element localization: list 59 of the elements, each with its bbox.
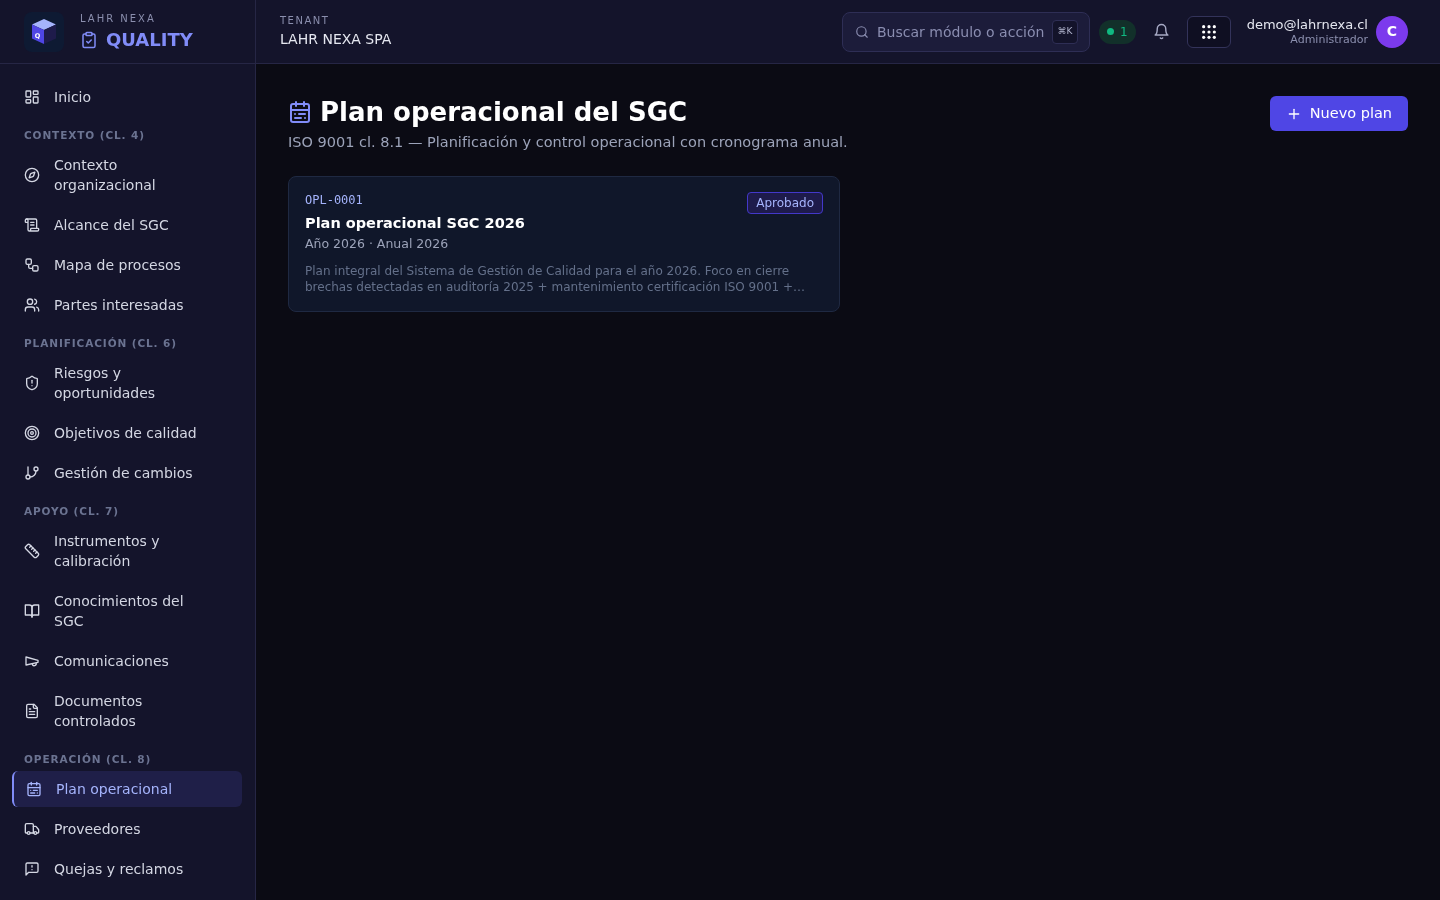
user-avatar[interactable]: C xyxy=(1376,15,1408,48)
plan-meta: Año 2026 · Anual 2026 xyxy=(305,235,450,253)
chat-alert-icon xyxy=(24,861,40,877)
plan-description: Plan integral del Sistema de Gestión de Calidad para el año 2026. Foco en cierre brechas detectadas en auditoría 2025 + mantenimiento certificación ISO 9001 +… xyxy=(305,263,807,295)
user-email: demo@lahrnexa.cl xyxy=(1246,16,1368,33)
brand-overline: LAHR NEXA xyxy=(80,12,157,25)
calendar-icon xyxy=(26,781,42,797)
scroll-icon xyxy=(24,217,40,233)
branch-icon xyxy=(24,465,40,481)
bell-icon xyxy=(1152,23,1170,40)
compass-icon xyxy=(24,167,40,183)
section-heading: PLANIFICACIÓN (CL. 6) xyxy=(23,336,178,351)
search-icon xyxy=(855,24,869,39)
sidebar-item[interactable]: Quejas y reclamos xyxy=(12,851,242,887)
sidebar-item[interactable]: Mapa de procesos xyxy=(12,247,242,283)
plan-card[interactable] xyxy=(288,176,840,312)
sidebar-item[interactable]: Proveedores xyxy=(12,811,242,847)
dashboard-grid-icon xyxy=(24,89,40,105)
tenant-name: LAHR NEXA SPA xyxy=(280,30,392,48)
status-badge: Aprobado xyxy=(747,192,823,214)
product-name: QUALITY xyxy=(106,28,193,51)
sidebar-item[interactable]: Inicio xyxy=(12,79,242,115)
target-icon xyxy=(24,425,40,441)
megaphone-icon xyxy=(24,653,40,669)
flowchart-icon xyxy=(24,257,40,273)
sidebar-item[interactable]: Documentos controlados xyxy=(12,683,242,739)
sidebar-item[interactable]: Partes interesadas xyxy=(12,287,242,323)
calendar-icon xyxy=(288,100,312,124)
plan-code: OPL-0001 xyxy=(305,192,364,208)
ruler-icon xyxy=(24,543,40,559)
status-count: 1 xyxy=(1120,24,1128,39)
sidebar-item[interactable]: Comunicaciones xyxy=(12,643,242,679)
document-icon xyxy=(24,703,40,719)
page-subtitle: ISO 9001 cl. 8.1 — Planificación y control operacional con cronograma anual. xyxy=(288,133,848,152)
section-heading: CONTEXTO (CL. 4) xyxy=(23,128,146,143)
sidebar-item[interactable]: Alcance del SGC xyxy=(12,207,242,243)
open-book-icon xyxy=(24,603,40,619)
plan-title: Plan operacional SGC 2026 xyxy=(305,214,525,233)
apps-grid-icon xyxy=(1200,23,1217,40)
people-icon xyxy=(24,297,40,313)
page-title: Plan operacional del SGC xyxy=(320,96,688,128)
sidebar-item[interactable]: Gestión de cambios xyxy=(12,455,242,491)
sidebar-item[interactable]: Objetivos de calidad xyxy=(12,415,242,451)
shield-alert-icon xyxy=(24,375,40,391)
section-heading: OPERACIÓN (CL. 8) xyxy=(23,752,153,767)
sidebar-item[interactable]: Contexto organizacional xyxy=(12,147,242,203)
status-dot-icon xyxy=(1107,28,1114,35)
sidebar-item[interactable]: Riesgos y oportunidades xyxy=(12,355,242,411)
new-plan-button[interactable]: Nuevo plan xyxy=(1269,96,1408,131)
tenant-label: TENANT xyxy=(280,15,331,27)
user-role: Administrador xyxy=(1290,32,1368,47)
section-heading: APOYO (CL. 7) xyxy=(23,504,120,519)
sidebar-item[interactable]: Plan operacional xyxy=(12,771,242,807)
sidebar-item[interactable]: Conocimientos del SGC xyxy=(12,583,242,639)
sidebar-item[interactable]: Instrumentos y calibración xyxy=(12,523,242,579)
notifications-button[interactable] xyxy=(1152,23,1170,40)
apps-menu-button[interactable] xyxy=(1186,15,1231,48)
truck-icon xyxy=(24,821,40,837)
clipboard-check-icon xyxy=(80,30,98,49)
